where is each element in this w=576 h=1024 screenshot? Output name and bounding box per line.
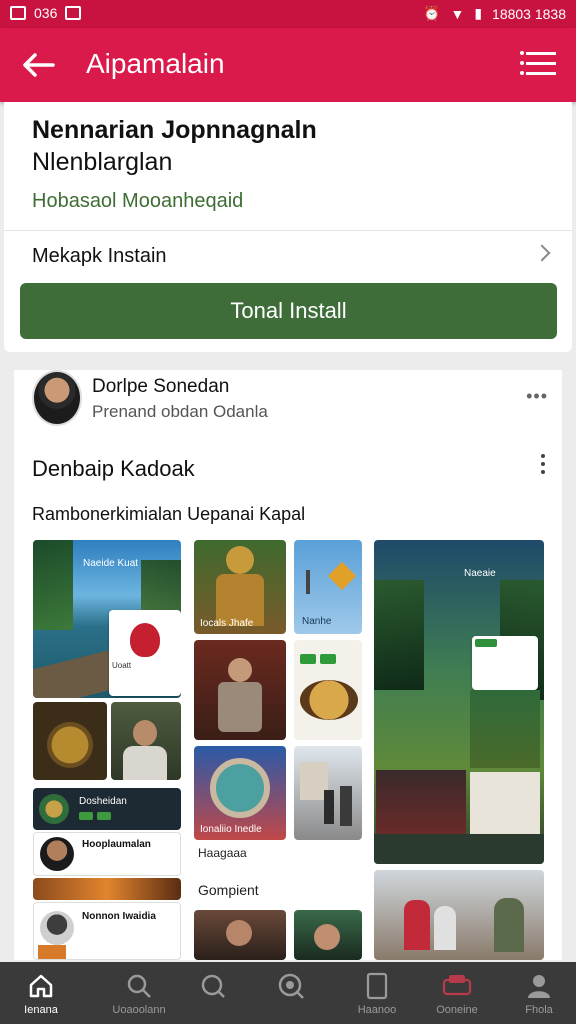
pepper-icon: [130, 623, 160, 657]
gallery-tile-person-2[interactable]: [294, 910, 362, 960]
gallery-section-title: Gompient: [198, 882, 259, 898]
image-icon: [10, 6, 26, 20]
nav-item-explore[interactable]: [172, 970, 254, 1004]
wifi-icon: ▼: [450, 5, 465, 22]
install-options-row[interactable]: Mekapk Instain: [4, 231, 572, 281]
nav-item-discover[interactable]: [250, 970, 332, 1004]
more-horizontal-icon[interactable]: •••: [526, 386, 548, 407]
person-icon: [498, 970, 576, 1002]
search-icon: [250, 970, 332, 1002]
bottom-navigation: Ienana Uoaoolann Haanoo Ooneine Fhola: [0, 962, 576, 1024]
gallery-tile-person[interactable]: [194, 910, 286, 960]
install-options-label: Mekapk Instain: [32, 245, 167, 267]
tile-label: Naeaie: [464, 568, 496, 579]
more-vertical-icon[interactable]: [540, 454, 546, 476]
tile-card: Uoatt: [109, 610, 181, 696]
search-icon: [172, 970, 254, 1002]
gallery-tile-profile[interactable]: Hooplaumalan: [33, 832, 181, 876]
home-icon: [0, 970, 82, 1002]
app-name: Nennarian Jopnnagnaln: [32, 116, 317, 144]
back-button[interactable]: [18, 48, 58, 82]
gallery-tile-bell[interactable]: [33, 702, 107, 780]
nav-item-profile[interactable]: Fhola: [498, 970, 576, 1016]
nav-label: Fhola: [525, 1004, 553, 1016]
gallery-tile-phone-screen[interactable]: Naeaie: [374, 540, 544, 864]
tile-label: Nanhe: [302, 616, 332, 627]
nav-label: Uoaoolann: [112, 1004, 166, 1016]
gallery-tile-elder[interactable]: [111, 702, 181, 780]
nav-item-home[interactable]: Ienana: [0, 970, 82, 1016]
nav-label: Ooneine: [436, 1004, 478, 1016]
nav-item-search[interactable]: Uoaoolann: [98, 970, 180, 1016]
nav-item-library[interactable]: Haanoo: [336, 970, 418, 1016]
gallery-tile-food[interactable]: [294, 640, 362, 740]
post-author[interactable]: Dorlpe Sonedan: [92, 376, 229, 398]
post-meta: Prenand obdan Odanla: [92, 402, 268, 421]
avatar[interactable]: [32, 370, 82, 426]
tile-label: Nonnon Iwaidia: [82, 911, 156, 922]
gallery-tile-group[interactable]: [374, 870, 544, 960]
car-icon: [416, 970, 498, 1002]
gallery-icon: [65, 6, 82, 20]
app-subtitle: Nlenblarglan: [32, 148, 173, 176]
app-bar: Aipamalain: [0, 28, 576, 102]
nav-label: Haanoo: [357, 1004, 397, 1016]
post-heading: Denbaip Kadoak: [32, 456, 195, 481]
menu-button[interactable]: [520, 51, 556, 78]
tile-card: [472, 636, 538, 690]
gallery-tile-street[interactable]: [294, 746, 362, 840]
arrow-left-icon: [23, 53, 55, 77]
nav-item-rides[interactable]: Ooneine: [416, 970, 498, 1016]
gallery-tile-magnifier[interactable]: Ionaliio Inedle: [194, 746, 286, 840]
tile-label: Ionaliio Inedle: [200, 824, 262, 835]
tile-label: Hooplaumalan: [82, 839, 151, 850]
gallery-caption: Haagaaa: [198, 846, 247, 860]
chevron-right-icon: [533, 244, 551, 262]
gallery-tile-app-card[interactable]: Dosheidan: [33, 788, 181, 830]
status-left-text: 036: [34, 5, 58, 21]
document-icon: [336, 970, 418, 1002]
post-caption: Rambonerkimialan Uepanai Kapal: [32, 504, 306, 524]
gallery-tile-figure[interactable]: [194, 640, 286, 740]
gallery-tile-pin[interactable]: Nanhe: [294, 540, 362, 634]
status-time: 18803 1838: [492, 5, 566, 22]
gallery-tile-profile-2[interactable]: Nonnon Iwaidia: [33, 902, 181, 960]
gallery-tile-harbor[interactable]: Naeide Kuat Uoatt: [33, 540, 181, 698]
alarm-icon: ⏰: [423, 5, 441, 21]
tile-label: Dosheidan: [79, 796, 127, 807]
status-bar: 036 ⏰ ▼ ▮ 18803 1838: [0, 0, 576, 28]
list-icon: [520, 51, 556, 55]
nav-label: Ienana: [24, 1004, 58, 1016]
search-icon: [98, 970, 180, 1002]
list-icon-line: [520, 71, 556, 75]
app-info-card: Nennarian Jopnnagnaln Nlenblarglan Hobas…: [4, 102, 572, 352]
install-button[interactable]: Tonal Install: [20, 283, 557, 339]
gallery-tile-fire[interactable]: [33, 878, 181, 900]
tile-label: Iocals Jhafe: [200, 618, 254, 629]
post-card: Dorlpe Sonedan Prenand obdan Odanla ••• …: [14, 370, 562, 960]
signal-icon: ▮: [474, 5, 483, 21]
app-title: Aipamalain: [86, 48, 225, 79]
developer-link[interactable]: Hobasaol Mooanheqaid: [32, 190, 243, 213]
gallery-tile-statue[interactable]: Iocals Jhafe: [194, 540, 286, 634]
tile-card-label: Uoatt: [112, 661, 132, 670]
list-icon-line: [520, 61, 556, 65]
tile-label: Naeide Kuat: [83, 558, 139, 569]
